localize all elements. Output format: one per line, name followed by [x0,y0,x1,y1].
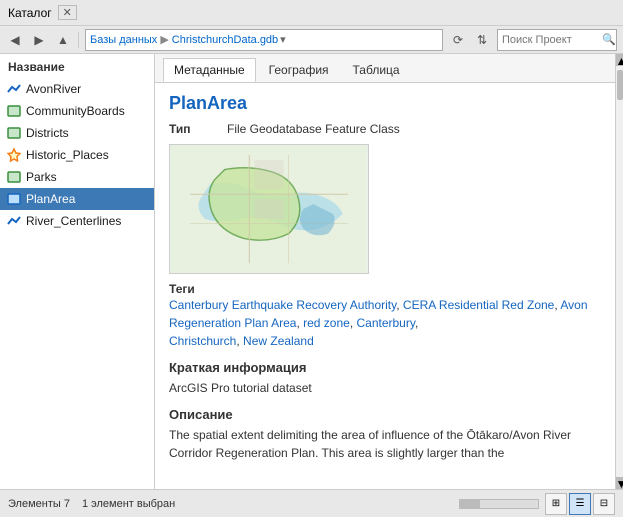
sort-button[interactable]: ⇅ [471,29,493,51]
up-icon: ▲ [57,33,69,47]
status-selected: 1 элемент выбран [82,498,175,510]
summary-title: Краткая информация [169,360,601,375]
title-bar-text: Каталог [8,6,52,20]
meta-title: PlanArea [169,93,601,114]
back-button[interactable]: ◀ [4,29,26,51]
sidebar-item-rivercenterlines[interactable]: River_Centerlines [0,210,154,232]
main-container: Название AvonRiver CommunityBoards [0,54,623,489]
metadata-content: PlanArea Тип File Geodatabase Feature Cl… [155,83,615,489]
type-label: Тип [169,122,219,136]
search-area[interactable]: 🔍 [497,29,617,51]
tab-metadata[interactable]: Метаданные [163,58,256,82]
tag-recovery-authority[interactable]: Recovery Authority [296,298,396,312]
view-icon-list[interactable]: ☰ [569,493,591,515]
sidebar-item-districts[interactable]: Districts [0,122,154,144]
refresh-icon: ⟳ [453,33,463,47]
h-scrollbar[interactable] [459,499,539,509]
refresh-button[interactable]: ⟳ [447,29,469,51]
tag-new-zealand[interactable]: New Zealand [243,334,314,348]
up-button[interactable]: ▲ [52,29,74,51]
tabs: Метаданные География Таблица [155,54,615,83]
toolbar-sep-1 [78,32,79,48]
districts-icon [6,125,22,141]
tag-red-zone[interactable]: red zone [303,316,350,330]
breadcrumb-root[interactable]: Базы данных [90,34,157,46]
sidebar-label-districts: Districts [26,126,69,140]
sidebar-label-communityboards: CommunityBoards [26,104,125,118]
rivercenterlines-icon [6,213,22,229]
tag-cera[interactable]: CERA Residential Red Zone [403,298,554,312]
status-bar: Элементы 7 1 элемент выбран ⊞ ☰ ⊟ [0,489,623,517]
sidebar-label-parks: Parks [26,170,57,184]
tag-canterbury-earthquake[interactable]: Canterbury Earthquake [169,298,293,312]
breadcrumb-dropdown-icon[interactable]: ▾ [280,33,286,46]
map-thumbnail [169,144,369,274]
tags-value: Canterbury Earthquake Recovery Authority… [169,296,601,350]
tab-geography[interactable]: География [258,58,340,82]
description-title: Описание [169,407,601,422]
sort-icon: ⇅ [477,33,487,47]
sidebar-item-parks[interactable]: Parks [0,166,154,188]
communityboards-icon [6,103,22,119]
sidebar-label-planarea: PlanArea [26,192,75,206]
historicplaces-icon [6,147,22,163]
toolbar: ◀ ▶ ▲ Базы данных ▶ ChristchurchData.gdb… [0,26,623,54]
view-icon-grid[interactable]: ⊞ [545,493,567,515]
title-close-button[interactable]: ✕ [58,5,77,20]
tag-canterbury[interactable]: Canterbury [356,316,414,330]
sidebar-header: Название [0,58,154,78]
scrollbar-down[interactable]: ▼ [616,477,623,489]
sidebar-item-historicplaces[interactable]: Historic_Places [0,144,154,166]
back-icon: ◀ [10,33,19,47]
tags-label: Теги [169,282,219,296]
scrollbar-track[interactable]: ▲ ▼ [615,54,623,489]
title-bar: Каталог ✕ [0,0,623,26]
breadcrumb-area[interactable]: Базы данных ▶ ChristchurchData.gdb ▾ [85,29,443,51]
forward-button[interactable]: ▶ [28,29,50,51]
sidebar: Название AvonRiver CommunityBoards [0,54,155,489]
breadcrumb-item[interactable]: ChristchurchData.gdb [172,34,278,46]
status-text-area: Элементы 7 1 элемент выбран [8,498,175,510]
sidebar-item-communityboards[interactable]: CommunityBoards [0,100,154,122]
scrollbar-thumb[interactable] [617,70,623,100]
view-icons: ⊞ ☰ ⊟ [545,493,615,515]
description-value: The spatial extent delimiting the area o… [169,426,601,462]
tag-christchurch[interactable]: Christchurch [169,334,236,348]
search-input[interactable] [502,34,602,46]
avonriver-icon [6,81,22,97]
breadcrumb-sep-1: ▶ [160,33,168,46]
sidebar-label-avonriver: AvonRiver [26,82,81,96]
type-value: File Geodatabase Feature Class [227,122,400,136]
h-scrollbar-thumb[interactable] [460,500,480,508]
view-icon-details[interactable]: ⊟ [593,493,615,515]
sidebar-item-planarea[interactable]: PlanArea [0,188,154,210]
sidebar-label-historicplaces: Historic_Places [26,148,109,162]
parks-icon [6,169,22,185]
sidebar-item-avonriver[interactable]: AvonRiver [0,78,154,100]
scrollbar-up[interactable]: ▲ [616,54,623,66]
tab-table[interactable]: Таблица [342,58,411,82]
meta-type-row: Тип File Geodatabase Feature Class [169,122,601,136]
status-elements: Элементы 7 [8,498,70,510]
content-panel: Метаданные География Таблица PlanArea Ти… [155,54,615,489]
forward-icon: ▶ [34,33,43,47]
search-icon[interactable]: 🔍 [602,33,616,46]
meta-tags-row: Теги Canterbury Earthquake Recovery Auth… [169,282,601,350]
planarea-icon [6,191,22,207]
sidebar-label-rivercenterlines: River_Centerlines [26,214,121,228]
summary-value: ArcGIS Pro tutorial dataset [169,379,601,397]
